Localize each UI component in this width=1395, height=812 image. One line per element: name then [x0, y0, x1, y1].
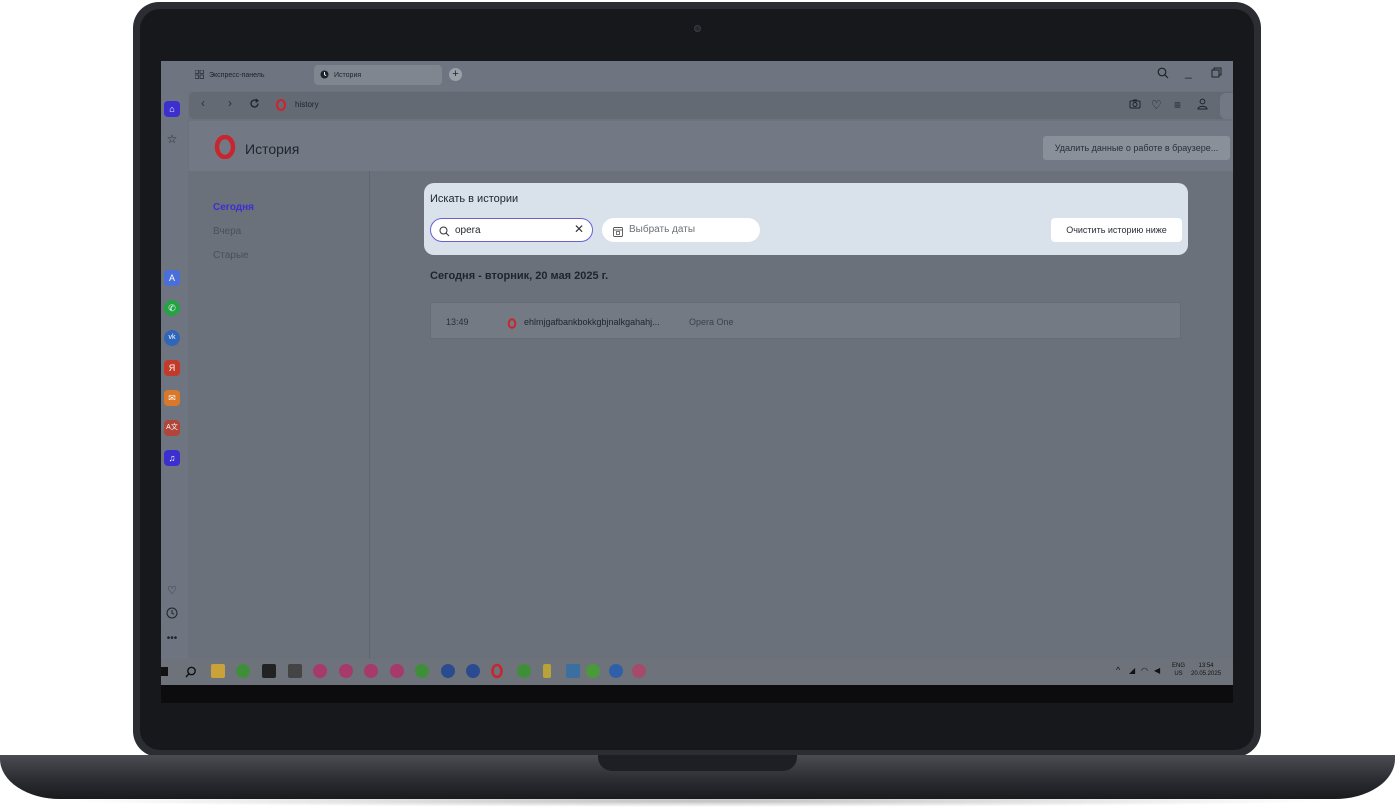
region-label: US	[1174, 671, 1183, 677]
new-tab-button[interactable]: +	[449, 68, 462, 81]
entry-title[interactable]: ehlmjgafbankbokkgbjnalkgahahj...	[524, 317, 660, 327]
clear-search-icon[interactable]: ✕	[574, 222, 584, 236]
clock[interactable]: 13:54 20.05.2025	[1191, 662, 1221, 678]
app-icon[interactable]	[441, 664, 455, 678]
clock-time: 13:54	[1198, 663, 1214, 669]
opera-logo-icon	[275, 98, 287, 116]
music-icon[interactable]: ♫	[164, 450, 180, 466]
network-icon[interactable]: ◢	[1129, 666, 1135, 675]
app-icon[interactable]	[466, 664, 480, 678]
date-placeholder: Выбрать даты	[629, 224, 696, 235]
volume-icon[interactable]: ◀	[1154, 666, 1160, 675]
whatsapp-icon[interactable]: ✆	[164, 300, 180, 316]
opera-favicon-icon	[507, 316, 517, 334]
delete-browsing-data-button[interactable]: Удалить данные о работе в браузере...	[1043, 136, 1230, 160]
forward-button[interactable]: ›	[228, 96, 232, 110]
minimize-button[interactable]: _	[1185, 65, 1192, 79]
easy-setup-icon[interactable]: ≡	[1174, 98, 1181, 112]
heart-icon[interactable]: ♡	[164, 583, 180, 599]
yandex-icon[interactable]: Я	[164, 360, 180, 376]
history-clock-icon[interactable]	[164, 607, 180, 623]
app-icon[interactable]	[543, 664, 551, 678]
chrome-icon[interactable]	[415, 664, 429, 678]
clock-icon	[320, 70, 329, 81]
tab-label: История	[334, 71, 362, 79]
favorites-heart-icon[interactable]: ♡	[1151, 98, 1162, 112]
windows-start-icon[interactable]	[161, 667, 168, 676]
calculator-icon[interactable]	[288, 664, 302, 678]
search-tabs-icon[interactable]	[1157, 67, 1169, 82]
opera-logo-icon	[213, 134, 237, 164]
chrome-icon[interactable]	[236, 664, 250, 678]
translate-icon[interactable]: A文	[164, 420, 180, 436]
calendar-icon	[613, 224, 623, 242]
address-bar	[189, 92, 1233, 119]
nav-yesterday[interactable]: Вчера	[213, 226, 241, 237]
file-explorer-icon[interactable]	[211, 664, 225, 678]
more-icon[interactable]: •••	[164, 631, 180, 647]
history-nav	[189, 171, 370, 659]
tray-chevron-icon[interactable]: ^	[1116, 665, 1120, 675]
shield-icon[interactable]	[609, 664, 623, 678]
extensions-icon[interactable]	[1220, 93, 1233, 119]
search-heading: Искать в истории	[430, 193, 519, 205]
app-store-icon[interactable]: A	[164, 270, 180, 286]
opera-icon[interactable]	[490, 663, 504, 684]
search-value: opera	[455, 225, 481, 236]
search-input[interactable]: opera ✕	[430, 218, 593, 242]
browser-icon[interactable]	[364, 664, 378, 678]
url-field[interactable]: history	[295, 100, 319, 109]
grid-icon	[194, 69, 204, 81]
date-picker[interactable]: Выбрать даты	[602, 218, 760, 242]
tab-label: Экспресс-панель	[209, 71, 265, 79]
app-icon[interactable]	[262, 664, 276, 678]
browser-icon[interactable]	[313, 664, 327, 678]
camera-snapshot-icon[interactable]	[1129, 98, 1141, 113]
search-icon	[439, 224, 450, 242]
browser-icon[interactable]	[339, 664, 353, 678]
laptop-notch	[598, 755, 797, 771]
app-icon[interactable]	[632, 664, 646, 678]
back-button[interactable]: ‹	[201, 96, 205, 110]
nav-older[interactable]: Старые	[213, 250, 249, 261]
lang-label: ENG	[1172, 663, 1186, 669]
torrent-icon[interactable]	[586, 664, 600, 678]
vk-icon[interactable]: vk	[164, 330, 180, 346]
screen: Экспресс-панель История + _ ⌂ ☆ A ✆ vk Я…	[161, 61, 1233, 703]
search-icon[interactable]	[185, 665, 197, 683]
clock-date: 20.05.2025	[1191, 671, 1222, 677]
page-title: История	[245, 141, 300, 157]
chrome-icon[interactable]	[517, 664, 531, 678]
app-icon[interactable]	[566, 664, 580, 678]
home-icon[interactable]: ⌂	[164, 101, 180, 117]
camera-icon	[694, 25, 701, 32]
language-indicator[interactable]: ENG US	[1172, 662, 1185, 678]
tab-history[interactable]: История	[314, 65, 442, 85]
table-row[interactable]: 13:49 ehlmjgafbankbokkgbjnalkgahahj... O…	[430, 302, 1181, 339]
star-icon[interactable]: ☆	[164, 131, 180, 147]
tab-express-panel[interactable]: Экспресс-панель	[189, 65, 311, 85]
date-heading: Сегодня - вторник, 20 мая 2025 г.	[430, 270, 609, 282]
browser-icon[interactable]	[390, 664, 404, 678]
restore-button[interactable]	[1211, 67, 1222, 81]
mail-icon[interactable]: ✉	[164, 390, 180, 406]
wifi-icon[interactable]: ◠	[1141, 666, 1148, 675]
entry-site: Opera One	[689, 317, 734, 327]
reload-button[interactable]	[249, 98, 260, 112]
clear-history-button[interactable]: Очистить историю ниже	[1051, 218, 1182, 242]
nav-today[interactable]: Сегодня	[213, 202, 254, 213]
screen-bottom	[161, 685, 1233, 703]
entry-time: 13:49	[446, 317, 469, 327]
account-icon[interactable]	[1197, 98, 1208, 113]
